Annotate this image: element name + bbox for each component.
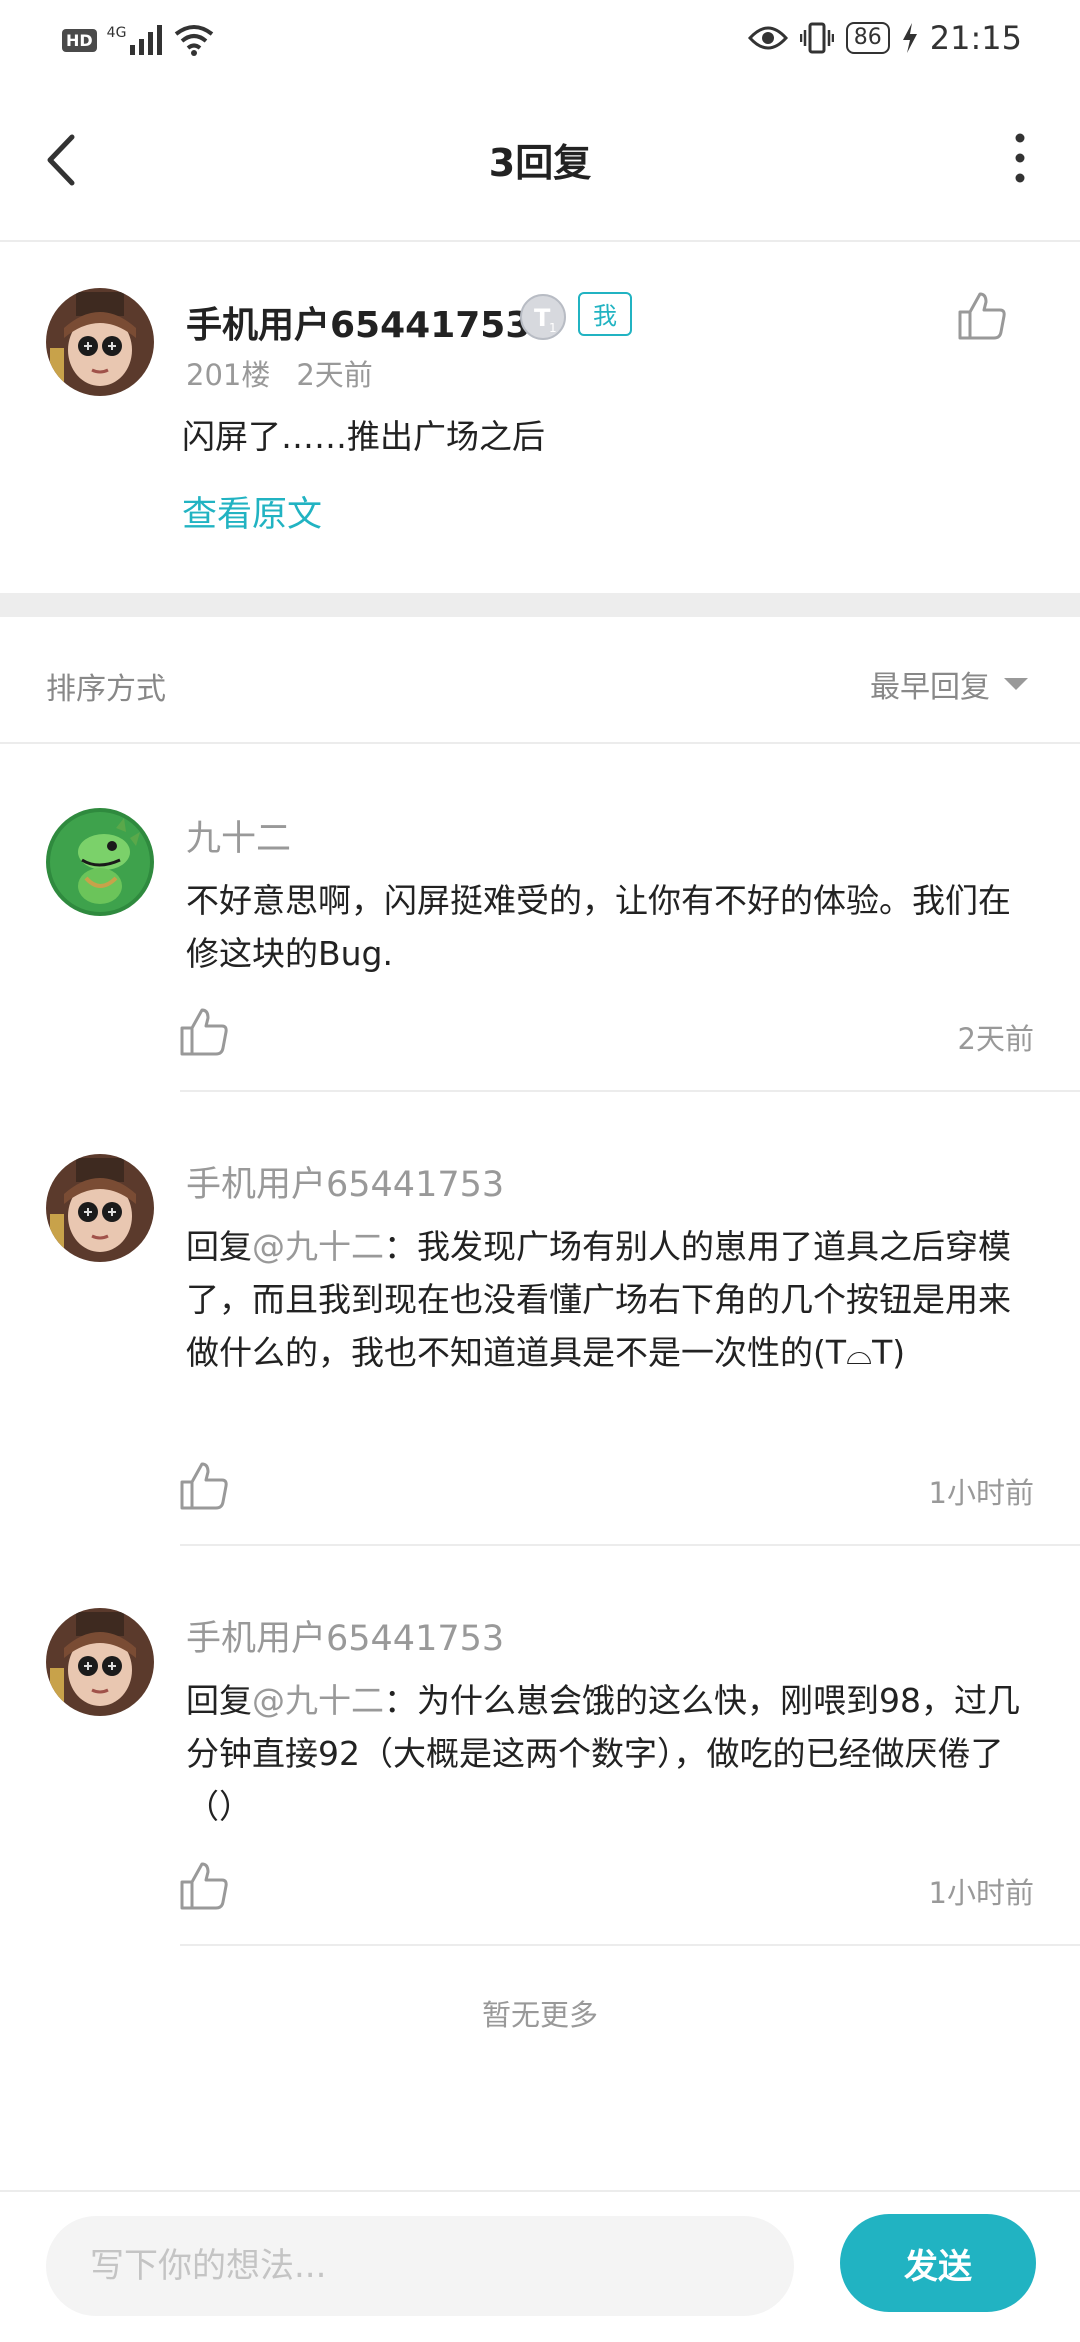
- avatar[interactable]: [46, 1608, 154, 1716]
- reply-author-name[interactable]: 九十二: [186, 810, 291, 861]
- battery-icon: 86: [845, 22, 890, 54]
- reply-separator: ：: [384, 1681, 417, 1720]
- send-button[interactable]: 发送: [840, 2214, 1036, 2312]
- post-like-button[interactable]: [956, 290, 1008, 342]
- dinosaur-avatar-image: [46, 808, 154, 916]
- me-badge: 我: [578, 292, 632, 336]
- vibrate-icon: [799, 22, 834, 54]
- post-content: 闪屏了……推出广场之后: [182, 417, 545, 456]
- reply-like-button[interactable]: [178, 1006, 230, 1058]
- chevron-down-icon: [1004, 678, 1028, 690]
- charging-icon: [902, 23, 917, 53]
- user-avatar-image: [46, 288, 154, 396]
- network-type: 4G: [106, 25, 127, 41]
- user-avatar-image: [46, 1608, 154, 1716]
- section-separator: [0, 593, 1080, 617]
- reply-like-button[interactable]: [178, 1860, 230, 1912]
- reply-divider: [180, 1090, 1080, 1092]
- comment-composer: 发送: [0, 2190, 1080, 2342]
- reply-like-button[interactable]: [178, 1460, 230, 1512]
- thumbs-up-icon: [180, 1008, 228, 1056]
- thumbs-up-icon: [180, 1862, 228, 1910]
- reply-time: 1小时前: [928, 1476, 1034, 1510]
- reply-author-name[interactable]: 手机用户65441753: [186, 1610, 504, 1661]
- page-title: 3回复: [488, 141, 592, 185]
- reply-text: 不好意思啊，闪屏挺难受的，让你有不好的体验。我们在修这块的Bug.: [186, 881, 1011, 973]
- thumbs-up-icon: [180, 1462, 228, 1510]
- post-time: 2天前: [296, 358, 373, 392]
- svg-text:1: 1: [549, 321, 557, 335]
- reply-content: 回复@九十二：为什么崽会饿的这么快，刚喂到98，过几分钟直接92（大概是这两个数…: [186, 1674, 1036, 1833]
- wifi-icon: [175, 25, 214, 56]
- more-vertical-icon: [1015, 133, 1025, 183]
- view-original-link[interactable]: 查看原文: [182, 486, 322, 537]
- reply-divider: [180, 1944, 1080, 1946]
- reply-content: 不好意思啊，闪屏挺难受的，让你有不好的体验。我们在修这块的Bug.: [186, 874, 1036, 980]
- avatar[interactable]: [46, 1154, 154, 1262]
- reply-mention[interactable]: @九十二: [252, 1227, 384, 1266]
- eye-icon: [747, 26, 788, 50]
- post-floor: 201楼: [186, 358, 271, 392]
- reply-separator: ：: [384, 1227, 417, 1266]
- thumbs-up-icon: [958, 292, 1006, 340]
- post-meta: 201楼 2天前: [186, 352, 399, 394]
- sort-label: 排序方式: [46, 672, 166, 707]
- user-avatar-image: [46, 1154, 154, 1262]
- more-button[interactable]: [990, 128, 1050, 188]
- reply-content: 回复@九十二：我发现广场有别人的崽用了道具之后穿模了，而且我到现在也没看懂广场右…: [186, 1220, 1036, 1379]
- no-more-text: 暂无更多: [481, 1998, 598, 2032]
- app-header: 3回复: [0, 80, 1080, 240]
- reply-divider: [180, 1544, 1080, 1546]
- reply-prefix: 回复: [186, 1227, 252, 1266]
- signal-icon: [130, 25, 163, 55]
- comment-input[interactable]: [46, 2216, 794, 2316]
- status-bar: HD 4G 86 21:15: [0, 0, 1080, 80]
- reply-mention[interactable]: @九十二: [252, 1681, 384, 1720]
- status-right: 86 21:15: [747, 16, 1022, 60]
- hd-badge: HD: [62, 28, 97, 52]
- level-badge-icon: T 1: [518, 292, 568, 342]
- post-author-name[interactable]: 手机用户65441753: [186, 296, 530, 348]
- sort-value: 最早回复: [870, 670, 990, 705]
- avatar[interactable]: [46, 808, 154, 916]
- header-divider: [0, 240, 1080, 242]
- reply-time: 1小时前: [928, 1876, 1034, 1910]
- avatar[interactable]: [46, 288, 154, 396]
- clock: 21:15: [929, 19, 1022, 57]
- reply-prefix: 回复: [186, 1681, 252, 1720]
- sort-dropdown[interactable]: 最早回复: [870, 662, 1028, 706]
- sort-divider: [0, 742, 1080, 744]
- reply-time: 2天前: [957, 1022, 1034, 1056]
- status-left: HD 4G: [62, 20, 214, 60]
- reply-author-name[interactable]: 手机用户65441753: [186, 1156, 504, 1207]
